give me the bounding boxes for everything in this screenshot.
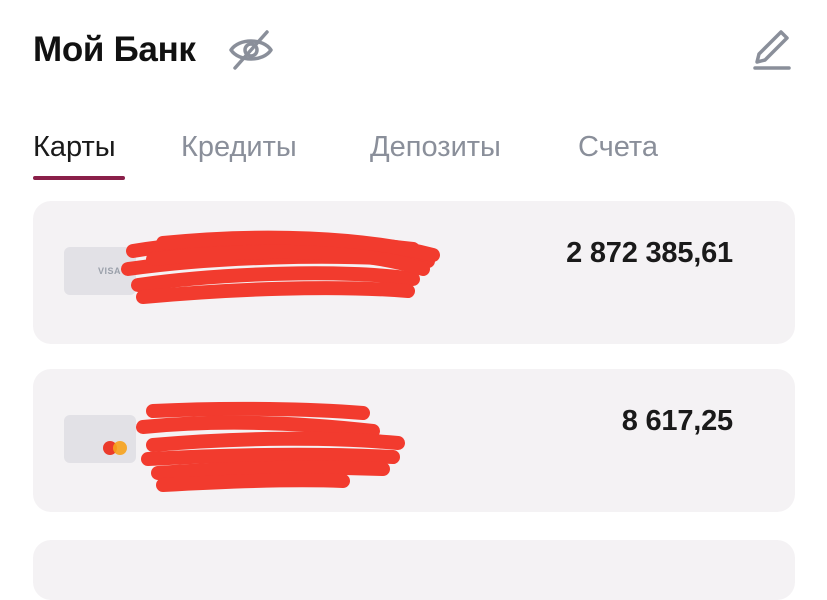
card-item-3[interactable] [33,540,795,600]
card-item-2[interactable]: 8 617,25 [33,369,795,512]
page-title: Мой Банк [33,30,196,69]
card-balance: 8 617,25 [621,405,733,437]
tab-accounts[interactable]: Счета [578,128,658,166]
card-item-1[interactable]: VISA 2 872 385,61 [33,201,795,344]
tab-cards[interactable]: Карты [33,128,116,166]
edit-pencil-icon[interactable] [749,28,793,72]
card-balance: 2 872 385,61 [566,237,733,269]
tab-deposits[interactable]: Депозиты [370,128,501,166]
redaction-scribble [121,230,440,304]
active-tab-indicator [33,176,125,180]
tab-credits[interactable]: Кредиты [181,128,297,166]
visa-icon: VISA [98,266,122,276]
tab-bar: Карты Кредиты Депозиты Счета [33,128,795,182]
redaction-scribble [136,401,405,492]
card-thumbnail: VISA [64,247,136,295]
mastercard-icon [103,441,127,455]
eye-off-icon[interactable] [227,28,275,72]
app-header: Мой Банк [33,24,795,76]
card-thumbnail [64,415,136,463]
